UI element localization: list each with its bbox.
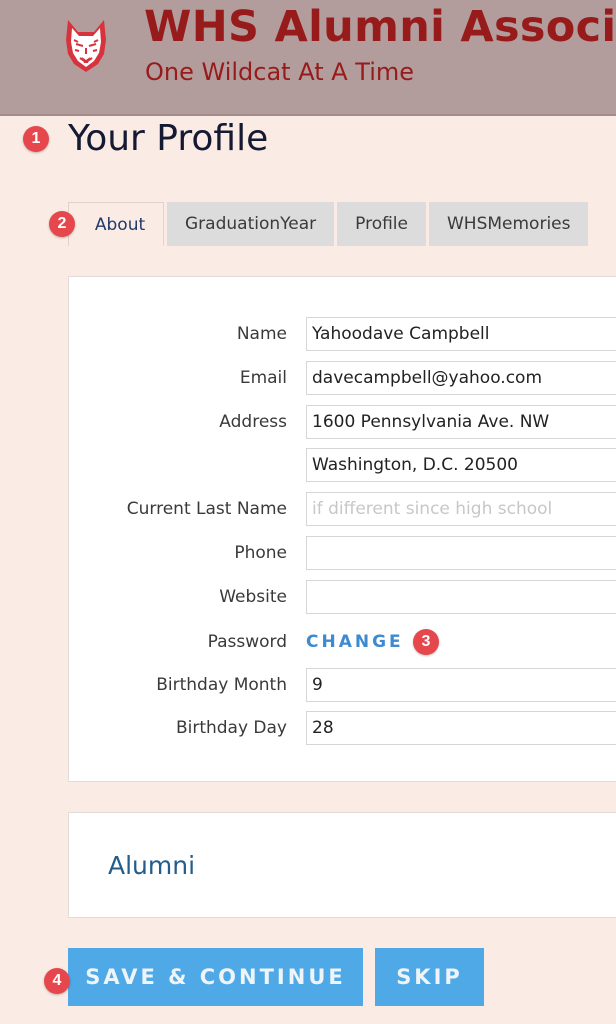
birthday-day-input[interactable] bbox=[306, 711, 616, 745]
phone-label: Phone bbox=[234, 543, 287, 563]
birthday-day-label: Birthday Day bbox=[175, 718, 287, 738]
website-label: Website bbox=[219, 587, 287, 607]
current-last-name-label: Current Last Name bbox=[126, 499, 287, 519]
website-row: Website bbox=[69, 580, 616, 614]
email-label: Email bbox=[239, 368, 287, 388]
password-label: Password bbox=[207, 632, 287, 652]
phone-row: Phone bbox=[69, 536, 616, 570]
site-tagline: One Wildcat At A Time bbox=[145, 58, 415, 86]
email-row: Email bbox=[69, 361, 616, 395]
birthday-month-label: Birthday Month bbox=[156, 675, 287, 695]
alumni-title: Alumni bbox=[108, 851, 196, 880]
skip-button[interactable]: SKIP bbox=[375, 948, 484, 1006]
password-row: Password CHANGE bbox=[69, 625, 616, 659]
address-line2-row bbox=[69, 448, 616, 482]
address-line2-input[interactable] bbox=[306, 448, 616, 482]
wildcat-logo-icon bbox=[66, 20, 106, 72]
profile-tabs: About GraduationYear Profile WHSMemories bbox=[68, 202, 591, 246]
name-row: Name bbox=[69, 317, 616, 351]
address-line1-input[interactable] bbox=[306, 405, 616, 439]
birthday-month-input[interactable] bbox=[306, 668, 616, 702]
alumni-section: Alumni bbox=[68, 812, 616, 918]
tab-whs-memories[interactable]: WHSMemories bbox=[428, 202, 589, 246]
tab-about[interactable]: About bbox=[68, 202, 164, 246]
annotation-badge-1: 1 bbox=[23, 126, 49, 152]
address-row: Address bbox=[69, 405, 616, 439]
save-continue-button[interactable]: SAVE & CONTINUE bbox=[68, 948, 363, 1006]
website-input[interactable] bbox=[306, 580, 616, 614]
address-label: Address bbox=[219, 412, 287, 432]
annotation-badge-3: 3 bbox=[413, 629, 439, 655]
site-header: WHS Alumni Association One Wildcat At A … bbox=[0, 0, 616, 116]
current-last-name-input[interactable] bbox=[306, 492, 616, 526]
tab-graduation-year[interactable]: GraduationYear bbox=[167, 202, 335, 246]
name-input[interactable] bbox=[306, 317, 616, 351]
page-title: Your Profile bbox=[68, 118, 269, 159]
email-input[interactable] bbox=[306, 361, 616, 395]
current-last-name-row: Current Last Name bbox=[69, 492, 616, 526]
site-title[interactable]: WHS Alumni Association bbox=[144, 2, 616, 52]
annotation-badge-2: 2 bbox=[49, 211, 75, 237]
phone-input[interactable] bbox=[306, 536, 616, 570]
annotation-badge-4: 4 bbox=[44, 968, 70, 994]
name-label: Name bbox=[236, 324, 287, 344]
birthday-day-row: Birthday Day bbox=[69, 711, 616, 745]
tab-profile[interactable]: Profile bbox=[337, 202, 426, 246]
change-password-link[interactable]: CHANGE bbox=[306, 625, 404, 659]
about-form-card: Name Email Address Current Last Name Pho… bbox=[68, 276, 616, 782]
birthday-month-row: Birthday Month bbox=[69, 668, 616, 702]
